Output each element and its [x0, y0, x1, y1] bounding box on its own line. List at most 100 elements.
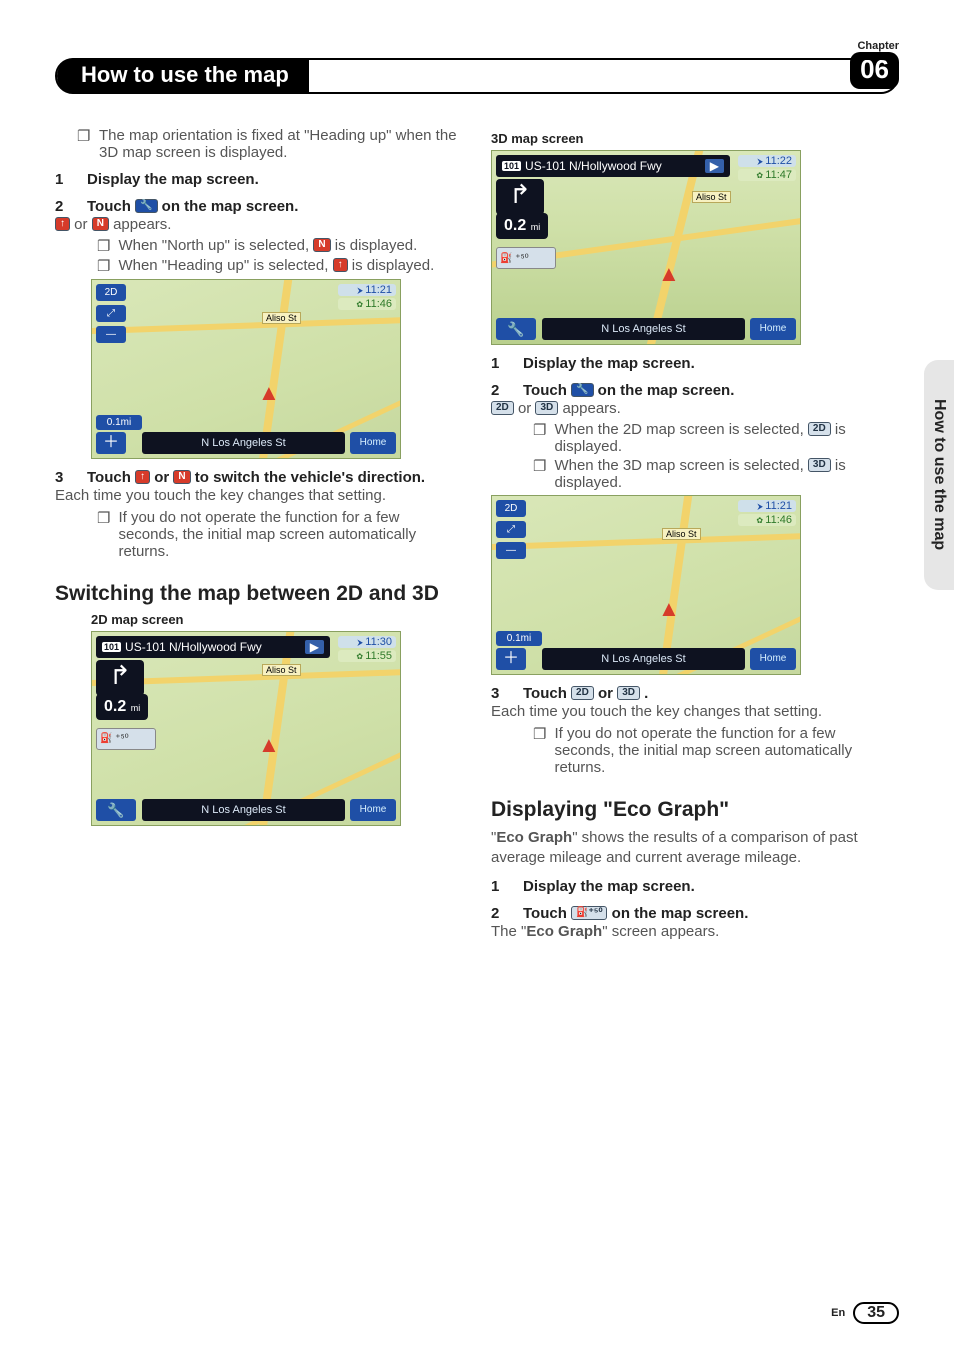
right-column: 3D map screen Aliso St ▲ 101 US-101 N/Ho… — [491, 125, 899, 942]
side-tab: How to use the map — [924, 360, 954, 590]
left-column: ❐ The map orientation is fixed at "Headi… — [55, 125, 463, 942]
eco-icon: ⛽⁺⁵⁰ — [571, 906, 607, 920]
side-tab-label: How to use the map — [930, 399, 948, 550]
arrival-time: 11:46 — [738, 514, 796, 526]
caption-3d: 3D map screen — [491, 131, 899, 146]
zoom-out-button[interactable]: — — [496, 542, 526, 559]
map-screenshot-3d: Aliso St ▲ 101 US-101 N/Hollywood Fwy ▶ … — [491, 150, 801, 345]
heading-up-icon: ↑ — [333, 258, 348, 272]
zoom-in-button[interactable]: ＋ — [96, 432, 126, 454]
r-step-3-body: Each time you touch the key changes that… — [491, 702, 899, 722]
north-up-icon: N — [313, 238, 330, 252]
map-screenshot-controls-2: Aliso St ▲ 2D ⤢ — 11:21 11:46 0.1mi ＋ N … — [491, 495, 801, 675]
arrival-time: 11:46 — [338, 298, 396, 310]
tool-button[interactable]: 🔧 — [96, 799, 136, 821]
view-3d-icon: 3D — [617, 686, 640, 700]
zoom-in-button[interactable]: ＋ — [496, 648, 526, 670]
view-2d-icon: 2D — [491, 401, 514, 415]
tool-button[interactable]: 🔧 — [496, 318, 536, 340]
view-2d-button[interactable]: 2D — [96, 284, 126, 301]
r-step-3: 3 Touch 2D or 3D . — [491, 685, 899, 702]
eco-result: The "Eco Graph" screen appears. — [491, 922, 899, 942]
map-screenshot-controls: Aliso St ▲ 2D ⤢ — 11:21 11:46 0.1mi ＋ N … — [91, 279, 401, 459]
map-left-buttons[interactable]: 2D ⤢ — — [496, 500, 526, 563]
turn-arrow-icon: ↱ — [496, 179, 544, 215]
eta-time: 11:30 — [338, 636, 396, 648]
arrival-time: 11:47 — [738, 169, 796, 181]
view-2d-icon: 2D — [808, 422, 831, 436]
eta-time: 11:21 — [738, 500, 796, 512]
home-button[interactable]: Home — [350, 432, 396, 454]
eta-time: 11:21 — [338, 284, 396, 296]
r-step-1: 1Display the map screen. — [491, 355, 899, 372]
page-number: 35 — [853, 1302, 899, 1324]
scale-indicator: 0.1mi — [496, 631, 542, 646]
current-street: N Los Angeles St — [142, 432, 345, 454]
route-banner: 101 US-101 N/Hollywood Fwy ▶ — [96, 636, 330, 658]
distance-box: 0.2 mi — [496, 213, 548, 239]
note-north: ❐ When "North up" is selected, N is disp… — [55, 237, 463, 255]
view-2d-button[interactable]: 2D — [496, 500, 526, 517]
step-3-note: ❐If you do not operate the function for … — [55, 509, 463, 560]
vehicle-marker-icon: ▲ — [258, 732, 280, 758]
eco-step-2: 2 Touch ⛽⁺⁵⁰ on the map screen. — [491, 905, 899, 922]
step-3: 3 Touch ↑ or N to switch the vehicle's d… — [55, 469, 463, 486]
r-appears-line: 2D or 3D appears. — [491, 399, 899, 419]
page-header: Chapter 06 How to use the map — [55, 40, 899, 95]
heading-eco: Displaying "Eco Graph" — [491, 798, 899, 822]
current-street: N Los Angeles St — [142, 799, 345, 821]
appears-line: ↑ or N appears. — [55, 215, 463, 235]
caption-2d: 2D map screen — [91, 612, 463, 627]
distance-box: 0.2 mi — [96, 694, 148, 720]
page-footer: En 35 — [831, 1302, 899, 1324]
home-button[interactable]: Home — [350, 799, 396, 821]
tool-icon: 🔧 — [135, 199, 157, 213]
vehicle-marker-icon: ▲ — [258, 380, 280, 406]
view-3d-icon: 3D — [808, 458, 831, 472]
turn-arrow-icon: ↱ — [96, 660, 144, 696]
heading-2d3d: Switching the map between 2D and 3D — [55, 582, 463, 606]
vehicle-marker-icon: ▲ — [658, 596, 680, 622]
orientation-button[interactable]: ⤢ — [96, 305, 126, 322]
current-street: N Los Angeles St — [542, 648, 745, 670]
eco-intro: "Eco Graph" shows the results of a compa… — [491, 828, 899, 869]
r-note-3d: ❐ When the 3D map screen is selected, 3D… — [491, 457, 899, 491]
eco-button[interactable]: ⛽ ⁺⁵⁰ — [96, 728, 156, 750]
step-3-body: Each time you touch the key changes that… — [55, 486, 463, 506]
step-1: 1 Display the map screen. — [55, 171, 463, 188]
intro-bullet: ❐ The map orientation is fixed at "Headi… — [55, 127, 463, 161]
heading-up-icon: ↑ — [135, 470, 150, 484]
route-shield-icon: 101 — [502, 161, 521, 171]
view-3d-icon: 3D — [535, 401, 558, 415]
eta-time: 11:22 — [738, 155, 796, 167]
north-up-icon: N — [173, 470, 190, 484]
map-left-buttons[interactable]: 2D ⤢ — — [96, 284, 126, 347]
play-icon[interactable]: ▶ — [305, 640, 324, 654]
step-2: 2 Touch 🔧 on the map screen. — [55, 198, 463, 215]
home-button[interactable]: Home — [750, 648, 796, 670]
tool-icon: 🔧 — [571, 383, 593, 397]
title-pill: How to use the map — [55, 58, 899, 94]
page-title: How to use the map — [57, 58, 309, 94]
play-icon[interactable]: ▶ — [705, 159, 724, 173]
heading-up-icon: ↑ — [55, 217, 70, 231]
arrival-time: 11:55 — [338, 650, 396, 662]
north-up-icon: N — [92, 217, 109, 231]
note-heading: ❐ When "Heading up" is selected, ↑ is di… — [55, 257, 463, 275]
r-step-2: 2 Touch 🔧 on the map screen. — [491, 382, 899, 399]
r-step-3-note: ❐If you do not operate the function for … — [491, 725, 899, 776]
route-banner: 101 US-101 N/Hollywood Fwy ▶ — [496, 155, 730, 177]
scale-indicator: 0.1mi — [96, 415, 142, 430]
footer-lang: En — [831, 1307, 845, 1319]
zoom-out-button[interactable]: — — [96, 326, 126, 343]
eco-step-1: 1Display the map screen. — [491, 878, 899, 895]
orientation-button[interactable]: ⤢ — [496, 521, 526, 538]
vehicle-marker-icon: ▲ — [658, 261, 680, 287]
eco-button[interactable]: ⛽ ⁺⁵⁰ — [496, 247, 556, 269]
map-screenshot-2d: Aliso St ▲ 101 US-101 N/Hollywood Fwy ▶ … — [91, 631, 401, 826]
home-button[interactable]: Home — [750, 318, 796, 340]
route-shield-icon: 101 — [102, 642, 121, 652]
r-note-2d: ❐ When the 2D map screen is selected, 2D… — [491, 421, 899, 455]
current-street: N Los Angeles St — [542, 318, 745, 340]
view-2d-icon: 2D — [571, 686, 594, 700]
